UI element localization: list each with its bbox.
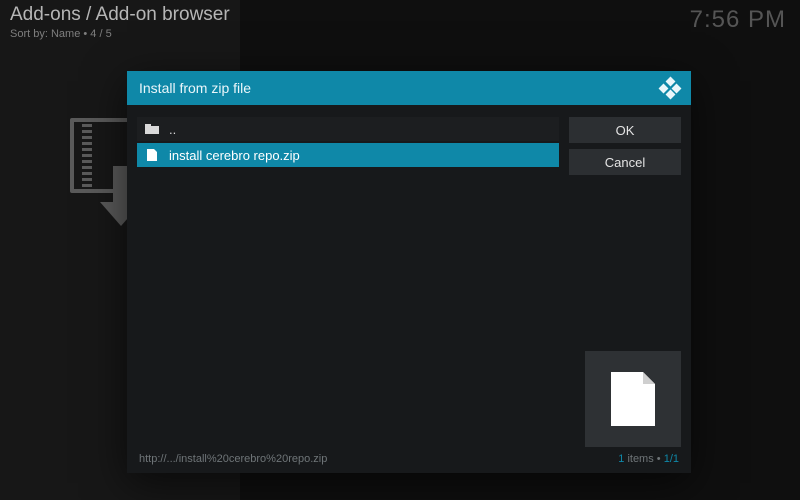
parent-dir-label: .. [169,122,551,137]
status-page: 1/1 [664,453,679,465]
file-row[interactable]: install cerebro repo.zip [137,143,559,167]
breadcrumb: Add-ons / Add-on browser [10,4,790,26]
status-count: 1 [618,453,624,465]
ok-button[interactable]: OK [569,117,681,143]
file-preview [585,351,681,447]
file-row-label: install cerebro repo.zip [169,148,551,163]
file-icon [145,149,159,161]
file-list: .. install cerebro repo.zip [137,117,559,447]
kodi-logo-icon [661,79,679,97]
dialog-side-pane: OK Cancel [569,117,681,447]
clock: 7:56 PM [690,6,786,34]
sort-prefix: Sort by: [10,28,48,40]
status-path: http://.../install%20cerebro%20repo.zip [139,453,327,465]
cancel-button-label: Cancel [605,155,645,170]
ok-button-label: OK [616,123,635,138]
status-count-word: items [627,453,653,465]
dialog-statusbar: http://.../install%20cerebro%20repo.zip … [139,451,679,467]
header: Add-ons / Add-on browser Sort by: Name •… [10,4,790,40]
sort-line: Sort by: Name • 4 / 5 [10,28,790,40]
install-from-zip-dialog: Install from zip file .. [127,71,691,473]
cancel-button[interactable]: Cancel [569,149,681,175]
list-position: 4 / 5 [90,28,111,40]
parent-dir-row[interactable]: .. [137,117,559,141]
folder-up-icon [145,124,159,134]
document-icon [609,370,657,428]
status-counts: 1 items • 1/1 [618,453,679,465]
dialog-title: Install from zip file [139,80,251,96]
sort-value: Name [51,28,80,40]
dialog-titlebar: Install from zip file [127,71,691,105]
